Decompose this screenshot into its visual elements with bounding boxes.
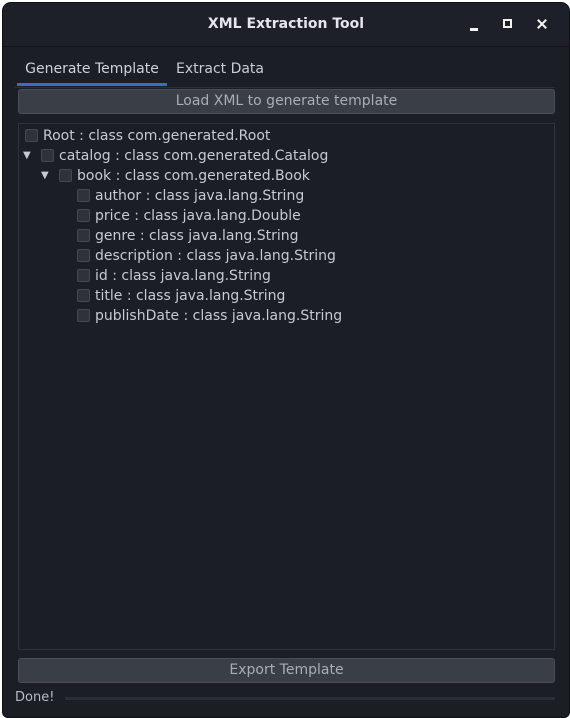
checkbox[interactable]: [59, 169, 72, 182]
tree-node-label: id : class java.lang.String: [95, 268, 271, 284]
tree-node-label: publishDate : class java.lang.String: [95, 308, 343, 324]
status-text: Done!: [15, 690, 55, 705]
checkbox[interactable]: [77, 269, 90, 282]
load-xml-button[interactable]: Load XML to generate template: [18, 89, 555, 114]
app-window: XML Extraction Tool Generate Template Ex…: [2, 2, 570, 718]
tab-bar: Generate Template Extract Data: [15, 55, 555, 88]
checkbox[interactable]: [25, 129, 38, 142]
tree-node-label: book : class com.generated.Book: [77, 168, 310, 184]
maximize-button[interactable]: [497, 13, 519, 35]
tree-node-label: Root : class com.generated.Root: [43, 128, 271, 144]
title-bar[interactable]: XML Extraction Tool: [3, 3, 569, 47]
tree-node-label: catalog : class com.generated.Catalog: [59, 148, 329, 164]
minimize-icon: [470, 28, 478, 31]
tab-generate-template[interactable]: Generate Template: [17, 55, 167, 86]
checkbox[interactable]: [77, 209, 90, 222]
checkbox[interactable]: [77, 229, 90, 242]
tree-node-label: description : class java.lang.String: [95, 248, 336, 264]
checkbox[interactable]: [77, 309, 90, 322]
checkbox[interactable]: [77, 249, 90, 262]
tree-node-label: genre : class java.lang.String: [95, 228, 299, 244]
maximize-icon: [503, 19, 512, 28]
status-bar: [65, 697, 555, 700]
tree-node-label: author : class java.lang.String: [95, 188, 305, 204]
checkbox[interactable]: [77, 189, 90, 202]
tab-extract-data[interactable]: Extract Data: [175, 55, 265, 85]
template-tree[interactable]: Root : class com.generated.Root ▼ catalo…: [18, 123, 555, 650]
checkbox[interactable]: [77, 289, 90, 302]
expand-arrow-icon[interactable]: ▼: [23, 146, 31, 166]
close-button[interactable]: [532, 13, 554, 35]
tree-node-label: price : class java.lang.Double: [95, 208, 301, 224]
tree-node-label: title : class java.lang.String: [95, 288, 286, 304]
expand-arrow-icon[interactable]: ▼: [41, 166, 49, 186]
export-template-button[interactable]: Export Template: [18, 658, 555, 683]
checkbox[interactable]: [41, 149, 54, 162]
minimize-button[interactable]: [464, 13, 486, 35]
